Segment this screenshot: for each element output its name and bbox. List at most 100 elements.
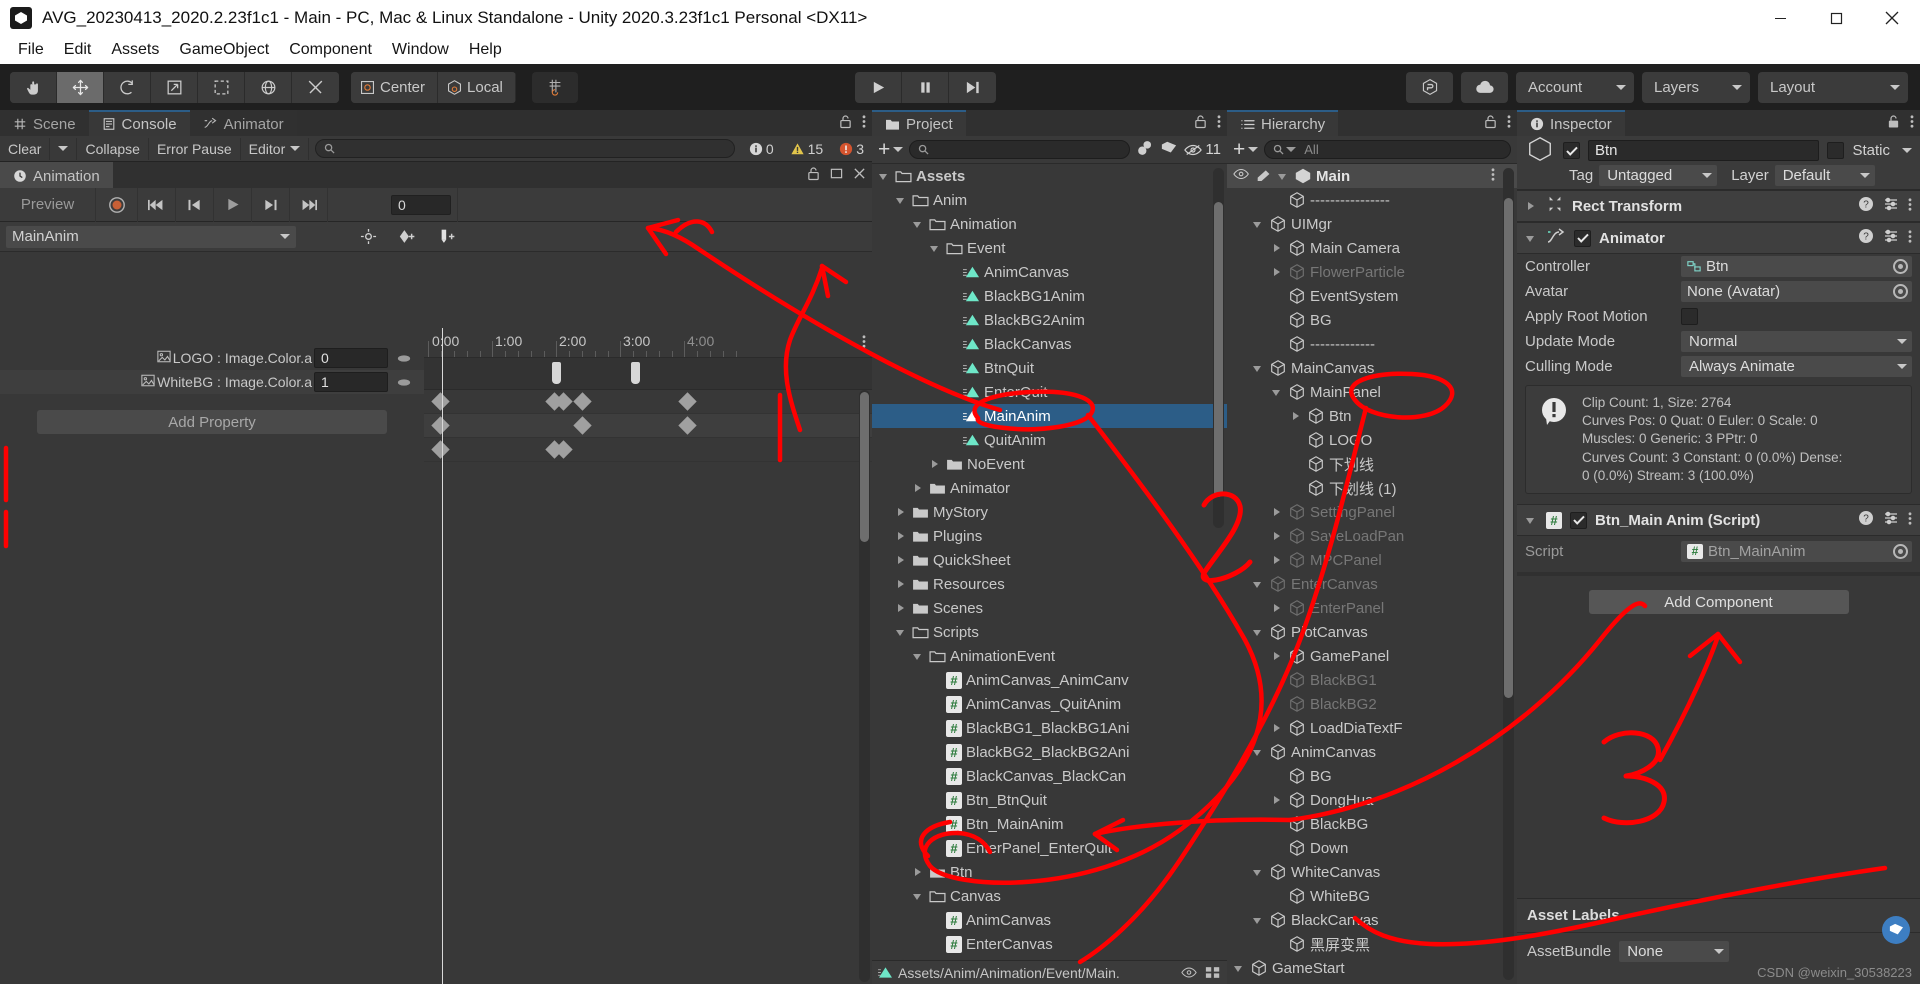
menu-help[interactable]: Help [459,38,512,62]
hierarchy-tree-row[interactable]: 下划线 [1227,452,1517,476]
hierarchy-tree[interactable]: Main ---------------- UIMgr Main Camera Flow… [1227,164,1517,984]
assetbundle-dropdown[interactable]: None [1619,941,1730,962]
hidden-packages-toggle[interactable]: 11 [1184,141,1221,158]
chevron-down-icon[interactable] [895,626,908,639]
chevron-down-icon[interactable] [912,650,925,663]
chevron-down-icon[interactable] [1233,962,1246,975]
chevron-right-icon[interactable] [1271,722,1284,735]
hierarchy-tree-row[interactable]: DongHua [1227,788,1517,812]
tab-project[interactable]: Project [872,110,966,136]
close-panel-icon[interactable] [853,167,866,184]
project-tree-row[interactable]: AnimCanvas [872,260,1227,284]
avatar-field[interactable]: None (Avatar) [1681,281,1912,302]
hand-tool-icon[interactable] [10,71,57,103]
project-tree-row[interactable]: BlackBG1Anim [872,284,1227,308]
console-clear-dropdown[interactable] [50,137,78,160]
transform-tool-icon[interactable] [245,71,292,103]
hierarchy-tree-row[interactable]: LOGO [1227,428,1517,452]
property-options-icon[interactable] [390,354,418,363]
project-tree-row[interactable]: QuickSheet [872,548,1227,572]
project-tree-row[interactable]: Animator [872,476,1227,500]
collab-icon[interactable] [1406,71,1453,103]
lock-icon[interactable] [807,166,820,185]
object-picker-icon[interactable] [1893,284,1908,299]
chevron-right-icon[interactable] [1271,266,1284,279]
object-picker-icon[interactable] [1893,543,1908,559]
panel-menu-icon[interactable] [862,114,866,133]
visibility-toggle-icon[interactable] [1233,167,1251,185]
chevron-right-icon[interactable] [895,506,908,519]
hierarchy-tree-row[interactable]: GamePanel [1227,644,1517,668]
hierarchy-tree-row[interactable]: BG [1227,764,1517,788]
hierarchy-tree-row[interactable]: UIMgr [1227,212,1517,236]
chevron-right-icon[interactable] [1271,554,1284,567]
lock-icon[interactable] [1887,114,1900,133]
hierarchy-tree-row[interactable]: SettingPanel [1227,500,1517,524]
hierarchy-tree-row[interactable]: AnimCanvas [1227,740,1517,764]
minimize-button[interactable] [1752,0,1808,36]
animation-clip-dropdown[interactable]: MainAnim [6,225,296,248]
chevron-down-icon[interactable] [878,170,891,183]
animator-enabled-checkbox[interactable] [1574,229,1591,247]
component-header-animator[interactable]: Animator ? [1517,222,1920,254]
project-tree-row[interactable]: # BlackCanvas_BlackCan [872,764,1227,788]
lock-icon[interactable] [1194,114,1207,133]
timeline-menu-icon[interactable] [862,334,866,353]
maximize-panel-icon[interactable] [830,167,843,184]
maximize-button[interactable] [1808,0,1864,36]
hierarchy-tree-row[interactable]: MainCanvas [1227,356,1517,380]
property-options-icon[interactable] [390,378,418,387]
project-tree-row[interactable]: # AnimCanvas_AnimCanv [872,668,1227,692]
cloud-icon[interactable] [1461,71,1508,103]
hierarchy-tree-row[interactable]: Main Camera [1227,236,1517,260]
console-warning-badge[interactable]: 15 [782,141,832,157]
account-dropdown[interactable]: Account [1516,71,1634,103]
scene-menu-icon[interactable] [1491,167,1495,186]
chevron-down-icon[interactable] [1252,626,1265,639]
timeline-ruler[interactable]: 0:00 1:00 2:00 3:00 4:00 [424,328,872,358]
hierarchy-tree-row[interactable]: FlowerParticle [1227,260,1517,284]
layer-dropdown[interactable]: Default [1774,165,1875,186]
controller-field[interactable]: Btn [1681,256,1912,277]
preset-icon[interactable] [1883,228,1899,248]
hierarchy-tree-row[interactable]: WhiteCanvas [1227,860,1517,884]
asset-label-badge-icon[interactable] [1882,916,1910,944]
chevron-right-icon[interactable] [912,866,925,879]
project-tree-row[interactable]: Canvas [872,884,1227,908]
project-tree-row[interactable]: Scripts [872,620,1227,644]
hierarchy-tree-row[interactable]: BlackCanvas [1227,908,1517,932]
component-header-script[interactable]: # Btn_Main Anim (Script) ? [1517,504,1920,537]
chevron-right-icon[interactable] [1271,242,1284,255]
menu-gameobject[interactable]: GameObject [169,38,279,62]
add-keyframe-icon[interactable] [388,225,428,249]
script-field[interactable]: # Btn_MainAnim [1681,540,1912,562]
component-menu-icon[interactable] [1908,511,1912,530]
console-editor-dropdown[interactable]: Editor [241,137,310,160]
chevron-right-icon[interactable] [895,578,908,591]
next-keyframe-button[interactable] [252,187,290,222]
rotate-tool-icon[interactable] [104,71,151,103]
chevron-down-icon[interactable] [1252,914,1265,927]
chevron-down-icon[interactable] [1252,578,1265,591]
console-clear-button[interactable]: Clear [0,137,51,160]
chevron-down-icon[interactable] [1252,866,1265,879]
hierarchy-tree-row[interactable]: EnterCanvas [1227,572,1517,596]
project-tree-row[interactable]: BlackBG2Anim [872,308,1227,332]
hierarchy-tree-row[interactable]: 下划线 (1) [1227,476,1517,500]
script-enabled-checkbox[interactable] [1570,511,1587,529]
add-property-button[interactable]: Add Property [37,410,387,434]
first-keyframe-button[interactable] [138,187,176,222]
chevron-down-icon[interactable] [1252,746,1265,759]
tab-animation[interactable]: Animation [0,162,113,188]
hierarchy-tree-row[interactable]: Main [1227,164,1517,188]
gameobject-name-input[interactable]: Btn [1588,140,1820,161]
project-tree-row[interactable]: QuitAnim [872,428,1227,452]
step-button[interactable] [949,71,996,103]
property-row[interactable]: WhiteBG : Image.Color.a 1 [0,370,424,394]
handle-rotation-button[interactable]: Local [438,71,516,103]
keyframe-row-logo[interactable] [424,414,872,438]
project-tree-row[interactable]: Event [872,236,1227,260]
chevron-down-icon[interactable] [912,218,925,231]
custom-editor-tool-icon[interactable] [292,71,339,103]
menu-edit[interactable]: Edit [54,38,102,62]
